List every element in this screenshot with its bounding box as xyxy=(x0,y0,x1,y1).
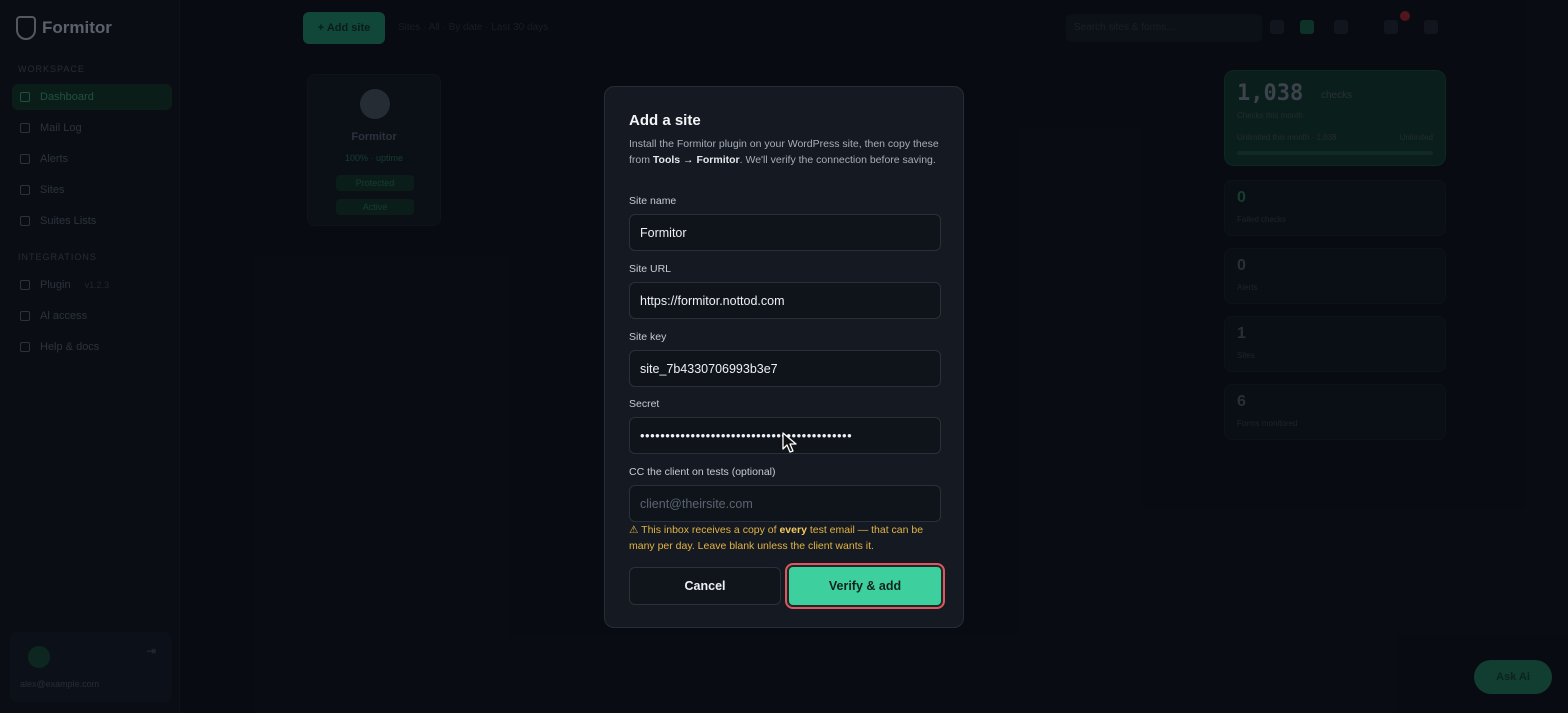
site-url-label: Site URL xyxy=(629,263,672,275)
desc-bold: Tools → Formitor xyxy=(652,154,740,166)
cc-warning: ⚠ This inbox receives a copy of every te… xyxy=(629,522,943,554)
warning-icon: ⚠ xyxy=(629,524,639,536)
desc-suffix: . We'll verify the connection before sav… xyxy=(739,154,936,166)
warning-prefix: This inbox receives a copy of xyxy=(638,524,780,536)
dialog-description: Install the Formitor plugin on your Word… xyxy=(629,136,943,168)
site-key-label: Site key xyxy=(629,331,667,343)
mouse-pointer-icon xyxy=(782,432,797,453)
site-url-input[interactable] xyxy=(629,282,941,319)
cancel-button[interactable]: Cancel xyxy=(629,567,781,605)
cc-email-input[interactable] xyxy=(629,485,941,522)
site-key-input[interactable] xyxy=(629,350,941,387)
dialog-title: Add a site xyxy=(629,112,701,129)
warning-bold: every xyxy=(779,524,807,536)
site-name-input[interactable] xyxy=(629,214,941,251)
site-name-label: Site name xyxy=(629,195,677,207)
cc-email-label: CC the client on tests (optional) xyxy=(629,466,776,478)
add-site-dialog: Add a site Install the Formitor plugin o… xyxy=(604,86,964,628)
secret-label: Secret xyxy=(629,398,660,410)
verify-and-add-button[interactable]: Verify & add xyxy=(785,563,945,609)
